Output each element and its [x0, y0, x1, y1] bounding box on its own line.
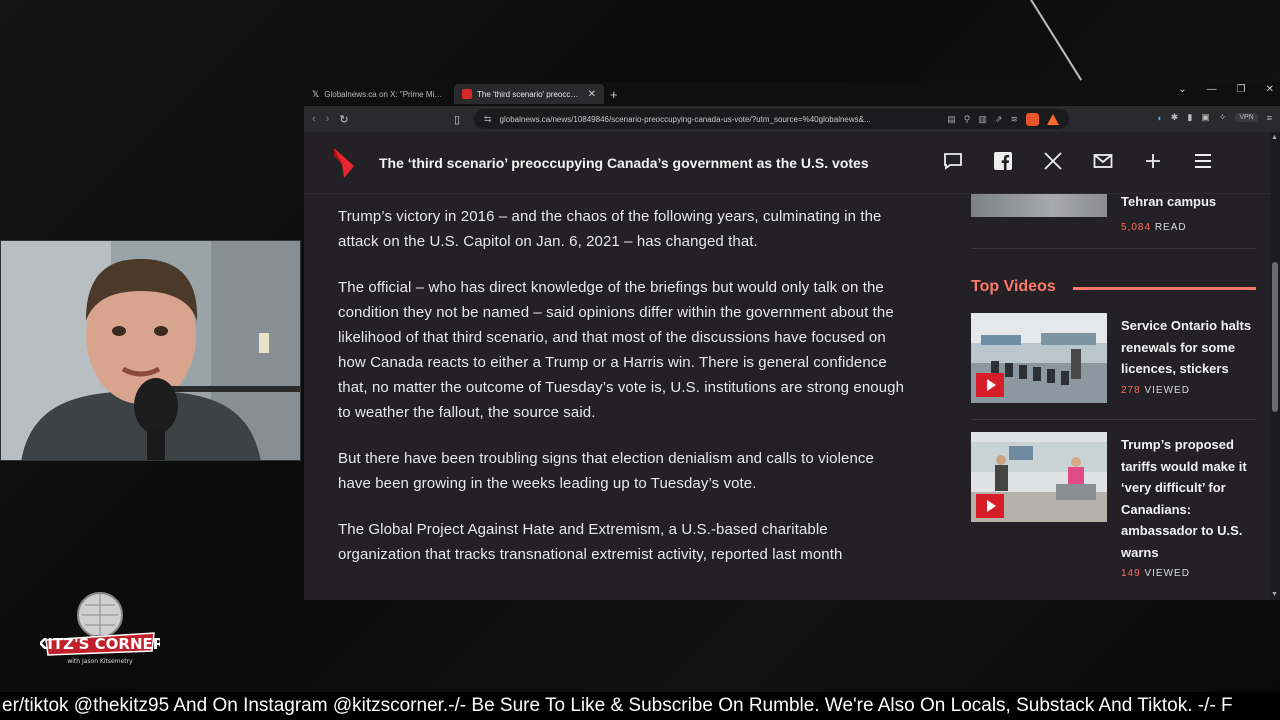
tab-title: Globalnews.ca on X: "Prime Minister	[324, 89, 446, 99]
kitz-corner-logo: KITZ'S CORNER with Jason Kitsemetry	[36, 585, 165, 667]
web-page: The ‘third scenario’ preoccupying Canada…	[304, 132, 1280, 600]
url-text: globalnews.ca/news/10849846/scenario-pre…	[499, 114, 871, 124]
ticker-banner: er/tiktok @thekitz95 And On Instagram @k…	[0, 692, 1280, 720]
play-icon[interactable]	[976, 494, 1004, 518]
chevron-down-icon[interactable]: ⌄	[1178, 84, 1186, 95]
new-tab-button[interactable]: +	[610, 87, 618, 102]
wallet-icon[interactable]: ▣	[1201, 112, 1210, 123]
scroll-thumb[interactable]	[1272, 262, 1278, 412]
back-button[interactable]: ‹	[312, 113, 316, 125]
divider	[971, 419, 1256, 420]
close-tab-icon[interactable]: ✕	[588, 89, 596, 100]
extensions-icon[interactable]: ✱	[1171, 112, 1179, 123]
extensions-area: ◖ ✱ ▮ ▣ ✧ VPN ≡	[1156, 112, 1272, 123]
scroll-down-icon[interactable]: ▼	[1271, 591, 1278, 598]
plus-icon[interactable]	[1142, 150, 1164, 172]
zoom-icon[interactable]: ⚲	[964, 114, 971, 125]
logo-subtext: with Jason Kitsemetry	[67, 658, 133, 665]
reload-button[interactable]: ↻	[339, 113, 348, 126]
video-title[interactable]: Trump’s proposed tariffs would make it ‘…	[1121, 434, 1256, 563]
forward-button[interactable]: ›	[326, 113, 330, 125]
email-icon[interactable]	[1092, 150, 1114, 172]
page-icon[interactable]: ▥	[978, 114, 987, 125]
tab-globalnews-x[interactable]: 𝕏 Globalnews.ca on X: "Prime Minister	[304, 84, 454, 104]
menu-icon[interactable]: ≡	[1267, 113, 1272, 123]
article-paragraph: Trump’s victory in 2016 – and the chaos …	[338, 208, 882, 250]
close-window-button[interactable]: ✕	[1266, 84, 1274, 95]
scroll-up-icon[interactable]: ▲	[1271, 134, 1278, 141]
heading-accent-bar	[1073, 287, 1256, 290]
page-title: The ‘third scenario’ preoccupying Canada…	[379, 155, 869, 171]
article-paragraph: But there have been troubling signs that…	[338, 450, 874, 492]
video-view-count: 149 VIEWED	[1121, 568, 1190, 579]
leo-icon[interactable]: ✧	[1219, 112, 1227, 123]
video-title[interactable]: Service Ontario halts renewals for some …	[1121, 315, 1256, 380]
bookmark-icon[interactable]: ▯	[454, 113, 460, 126]
video-thumbnail[interactable]	[971, 432, 1107, 522]
article-paragraph: The official – who has direct knowledge …	[338, 279, 905, 421]
x-share-icon[interactable]	[1042, 150, 1064, 172]
browser-window: 𝕏 Globalnews.ca on X: "Prime Minister Th…	[304, 82, 1280, 600]
hamburger-menu-icon[interactable]	[1192, 150, 1214, 172]
x-icon: 𝕏	[312, 88, 320, 99]
window-controls: ⌄ — ❐ ✕	[1178, 84, 1274, 95]
brave-shield-icon[interactable]	[1026, 112, 1039, 126]
logo-text: KITZ'S CORNER	[40, 635, 160, 653]
video-view-count: 278 VIEWED	[1121, 385, 1190, 396]
top-videos-heading: Top Videos	[971, 278, 1056, 295]
browser-toolbar: ‹ › ↻ ▯ ⇆ globalnews.ca/news/10849846/sc…	[304, 106, 1280, 132]
audio-icon[interactable]: ◖	[1156, 113, 1161, 123]
url-tools: ▤ ⚲ ▥ ⇗ ≋	[947, 114, 1018, 125]
brave-rewards-icon[interactable]	[1047, 113, 1059, 125]
tab-bar: 𝕏 Globalnews.ca on X: "Prime Minister Th…	[304, 82, 1280, 106]
video-item[interactable]: Trump’s proposed tariffs would make it ‘…	[971, 432, 1256, 592]
top-story-title[interactable]: Tehran campus	[1121, 194, 1216, 209]
global-news-icon	[462, 89, 472, 99]
minimize-button[interactable]: —	[1207, 84, 1217, 95]
vpn-button[interactable]: VPN	[1235, 113, 1258, 122]
comment-icon[interactable]	[942, 150, 964, 172]
tab-third-scenario[interactable]: The 'third scenario' preoccupyi ✕	[454, 84, 604, 104]
article-paragraph: The Global Project Against Hate and Extr…	[338, 521, 843, 563]
page-scrollbar[interactable]: ▲ ▼	[1270, 132, 1280, 600]
header-actions	[942, 150, 1214, 172]
video-item[interactable]: Service Ontario halts renewals for some …	[971, 313, 1256, 423]
webcam-overlay	[0, 240, 301, 461]
facebook-icon[interactable]	[992, 150, 1014, 172]
restore-button[interactable]: ❐	[1237, 84, 1246, 95]
rss-icon[interactable]: ≋	[1010, 114, 1018, 125]
reader-icon[interactable]: ▤	[947, 114, 956, 125]
article-body: Trump’s victory in 2016 – and the chaos …	[338, 204, 908, 588]
global-news-logo[interactable]	[330, 148, 354, 178]
divider	[971, 248, 1256, 249]
tab-title: The 'third scenario' preoccupyi	[477, 89, 583, 99]
video-thumbnail[interactable]	[971, 313, 1107, 403]
address-bar[interactable]: ⇆ globalnews.ca/news/10849846/scenario-p…	[474, 109, 1069, 129]
site-settings-icon[interactable]: ⇆	[484, 114, 492, 125]
top-story-count: 5,084 READ	[1121, 222, 1187, 233]
sidebar-toggle-icon[interactable]: ▮	[1187, 112, 1192, 123]
share-icon[interactable]: ⇗	[995, 114, 1003, 125]
play-icon[interactable]	[976, 373, 1004, 397]
top-story-thumbnail[interactable]	[971, 194, 1107, 217]
site-header: The ‘third scenario’ preoccupying Canada…	[304, 132, 1280, 194]
